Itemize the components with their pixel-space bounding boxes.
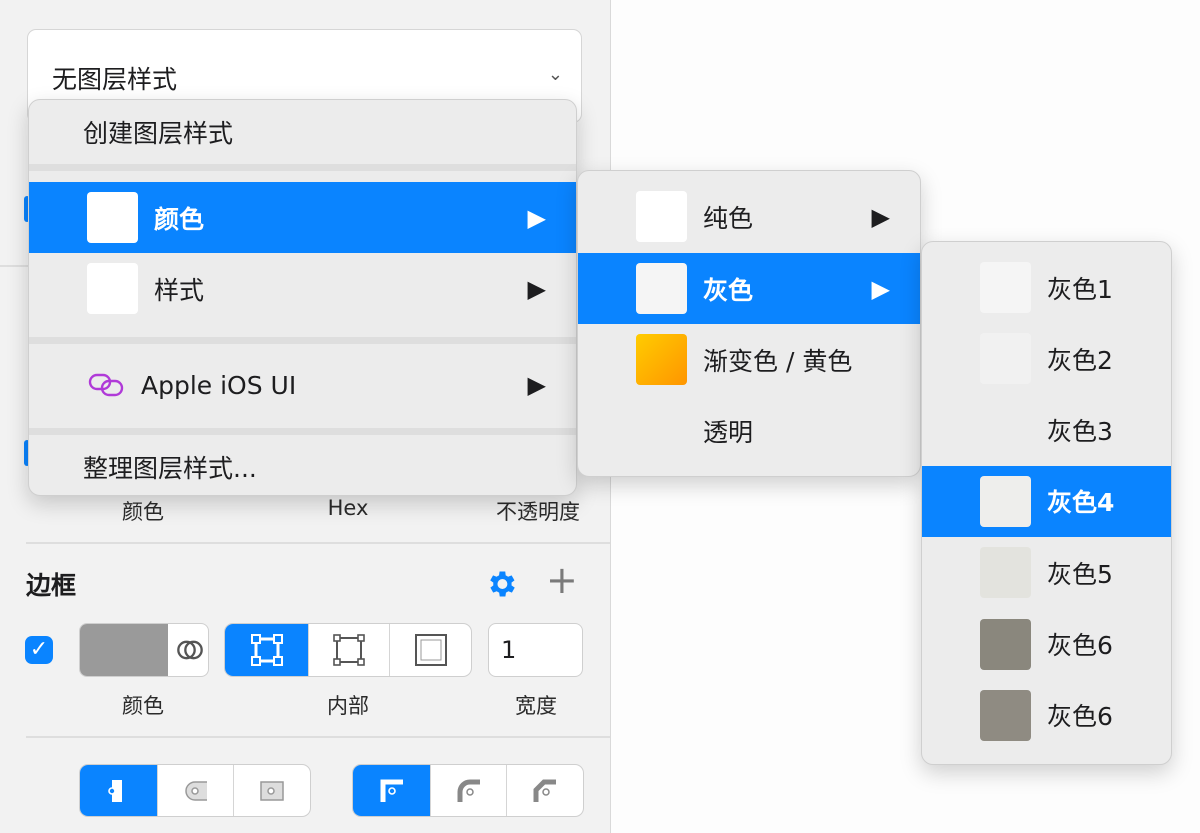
border-position-control bbox=[224, 623, 472, 677]
menu-item-label: 纯色 bbox=[703, 203, 754, 233]
gray-swatch bbox=[980, 262, 1031, 313]
layer-style-select-value: 无图层样式 bbox=[52, 65, 178, 94]
menu-separator bbox=[29, 337, 576, 344]
line-cap-control bbox=[79, 764, 311, 817]
line-join-round[interactable] bbox=[431, 765, 507, 816]
gray-swatch bbox=[636, 263, 687, 314]
solid-swatch bbox=[636, 191, 687, 242]
menu-item-label: Apple iOS UI bbox=[141, 370, 297, 400]
border-position-center[interactable] bbox=[309, 624, 390, 676]
line-join-miter[interactable] bbox=[353, 765, 432, 816]
color-submenu: 纯色 ▶ 灰色 ▶ 渐变色 / 黄色 透明 bbox=[577, 170, 921, 477]
fill-hex-label: Hex bbox=[327, 496, 369, 520]
menu-item-label: 渐变色 / 黄色 bbox=[703, 346, 853, 376]
border-inside-icon bbox=[250, 634, 283, 666]
menu-item-label: 创建图层样式 bbox=[83, 119, 234, 148]
menu-item-label: 灰色4 bbox=[1047, 488, 1115, 518]
submenu-arrow-icon: ▶ bbox=[527, 203, 546, 232]
border-outside-icon bbox=[414, 634, 447, 666]
gear-icon[interactable] bbox=[484, 567, 518, 601]
bevel-join-icon bbox=[533, 779, 556, 802]
gray-swatch bbox=[980, 547, 1031, 599]
gray-submenu: 灰色1 灰色2 灰色3 灰色4 灰色5 灰色6 灰色6 bbox=[921, 241, 1172, 765]
menu-item-gray-4[interactable]: 灰色4 bbox=[922, 465, 1171, 537]
menu-separator bbox=[29, 164, 576, 171]
menu-item-label: 灰色 bbox=[703, 275, 754, 305]
gray-swatch bbox=[980, 475, 1031, 527]
menu-item-label: 灰色6 bbox=[1047, 702, 1113, 732]
gray-swatch bbox=[980, 404, 1031, 456]
fill-color-label: 颜色 bbox=[122, 500, 164, 524]
border-enabled-checkbox[interactable]: ✓ bbox=[25, 636, 53, 664]
menu-item-gray-6[interactable]: 灰色6 bbox=[922, 609, 1171, 680]
linked-color-icon[interactable] bbox=[176, 636, 204, 664]
gray-swatch bbox=[980, 618, 1031, 670]
section-divider bbox=[26, 736, 610, 738]
menu-item-label: 灰色3 bbox=[1047, 417, 1113, 447]
round-join-icon bbox=[457, 779, 480, 802]
menu-item-label: 整理图层样式... bbox=[83, 454, 257, 483]
gray-swatch bbox=[980, 333, 1031, 385]
border-section-title: 边框 bbox=[26, 571, 77, 600]
menu-item-label: 颜色 bbox=[154, 204, 205, 234]
menu-item-gray-3[interactable]: 灰色3 bbox=[922, 395, 1171, 466]
border-color-label: 颜色 bbox=[122, 694, 164, 718]
menu-item-style[interactable]: 样式 ▶ bbox=[29, 253, 576, 324]
line-cap-square[interactable] bbox=[234, 765, 310, 816]
menu-item-label: 样式 bbox=[154, 275, 205, 305]
square-cap-icon bbox=[260, 780, 284, 801]
submenu-arrow-icon: ▶ bbox=[871, 274, 890, 303]
border-position-outside[interactable] bbox=[390, 624, 471, 676]
color-swatch bbox=[87, 192, 138, 243]
fill-opacity-label: 不透明度 bbox=[496, 500, 580, 524]
line-join-bevel[interactable] bbox=[507, 765, 583, 816]
menu-item-label: 灰色2 bbox=[1047, 345, 1113, 375]
menu-item-label: 灰色6 bbox=[1047, 631, 1113, 660]
menu-item-gray-1[interactable]: 灰色1 bbox=[922, 252, 1171, 323]
gray-swatch bbox=[980, 689, 1031, 741]
chevron-down-icon: ⌄ bbox=[547, 64, 563, 85]
border-center-icon bbox=[333, 634, 365, 666]
menu-item-transparent[interactable]: 透明 bbox=[578, 395, 920, 466]
line-cap-butt[interactable] bbox=[80, 765, 159, 816]
library-link-icon bbox=[88, 373, 124, 397]
add-border-button[interactable]: + bbox=[546, 561, 578, 599]
menu-item-gradient-yellow[interactable]: 渐变色 / 黄色 bbox=[578, 324, 920, 395]
section-divider bbox=[26, 542, 610, 544]
style-swatch bbox=[87, 263, 138, 314]
butt-cap-icon bbox=[107, 779, 122, 802]
menu-separator bbox=[29, 428, 576, 435]
line-cap-round[interactable] bbox=[158, 765, 234, 816]
submenu-arrow-icon: ▶ bbox=[871, 202, 890, 231]
menu-item-gray-7[interactable]: 灰色6 bbox=[922, 680, 1171, 751]
line-join-control bbox=[352, 764, 584, 817]
menu-item-organize-styles[interactable]: 整理图层样式... bbox=[29, 438, 576, 495]
border-position-label: 内部 bbox=[327, 694, 369, 718]
section-divider bbox=[0, 265, 28, 267]
menu-item-label: 灰色5 bbox=[1047, 559, 1113, 589]
miter-join-icon bbox=[380, 779, 403, 802]
menu-item-library-apple-ios-ui[interactable]: Apple iOS UI ▶ bbox=[29, 349, 576, 421]
menu-item-gray[interactable]: 灰色 ▶ bbox=[578, 253, 920, 324]
menu-item-gray-2[interactable]: 灰色2 bbox=[922, 323, 1171, 394]
border-width-label: 宽度 bbox=[515, 694, 557, 718]
round-cap-icon bbox=[184, 780, 207, 801]
layer-style-menu: 创建图层样式 颜色 ▶ 样式 ▶ Apple iOS UI ▶ 整理图层样式..… bbox=[28, 99, 577, 496]
menu-item-solid[interactable]: 纯色 ▶ bbox=[578, 181, 920, 252]
menu-item-create-style[interactable]: 创建图层样式 bbox=[29, 100, 576, 164]
menu-item-label: 灰色1 bbox=[1047, 274, 1113, 304]
gradient-swatch bbox=[636, 334, 687, 385]
menu-item-gray-5[interactable]: 灰色5 bbox=[922, 537, 1171, 608]
submenu-arrow-icon: ▶ bbox=[527, 274, 546, 303]
border-color-field[interactable] bbox=[79, 623, 209, 677]
border-color-swatch[interactable] bbox=[80, 624, 168, 676]
border-position-inside[interactable] bbox=[225, 624, 309, 676]
menu-item-color[interactable]: 颜色 ▶ bbox=[29, 182, 576, 253]
border-width-input[interactable]: 1 bbox=[488, 623, 583, 677]
submenu-arrow-icon: ▶ bbox=[527, 371, 546, 399]
menu-item-label: 透明 bbox=[703, 417, 754, 447]
